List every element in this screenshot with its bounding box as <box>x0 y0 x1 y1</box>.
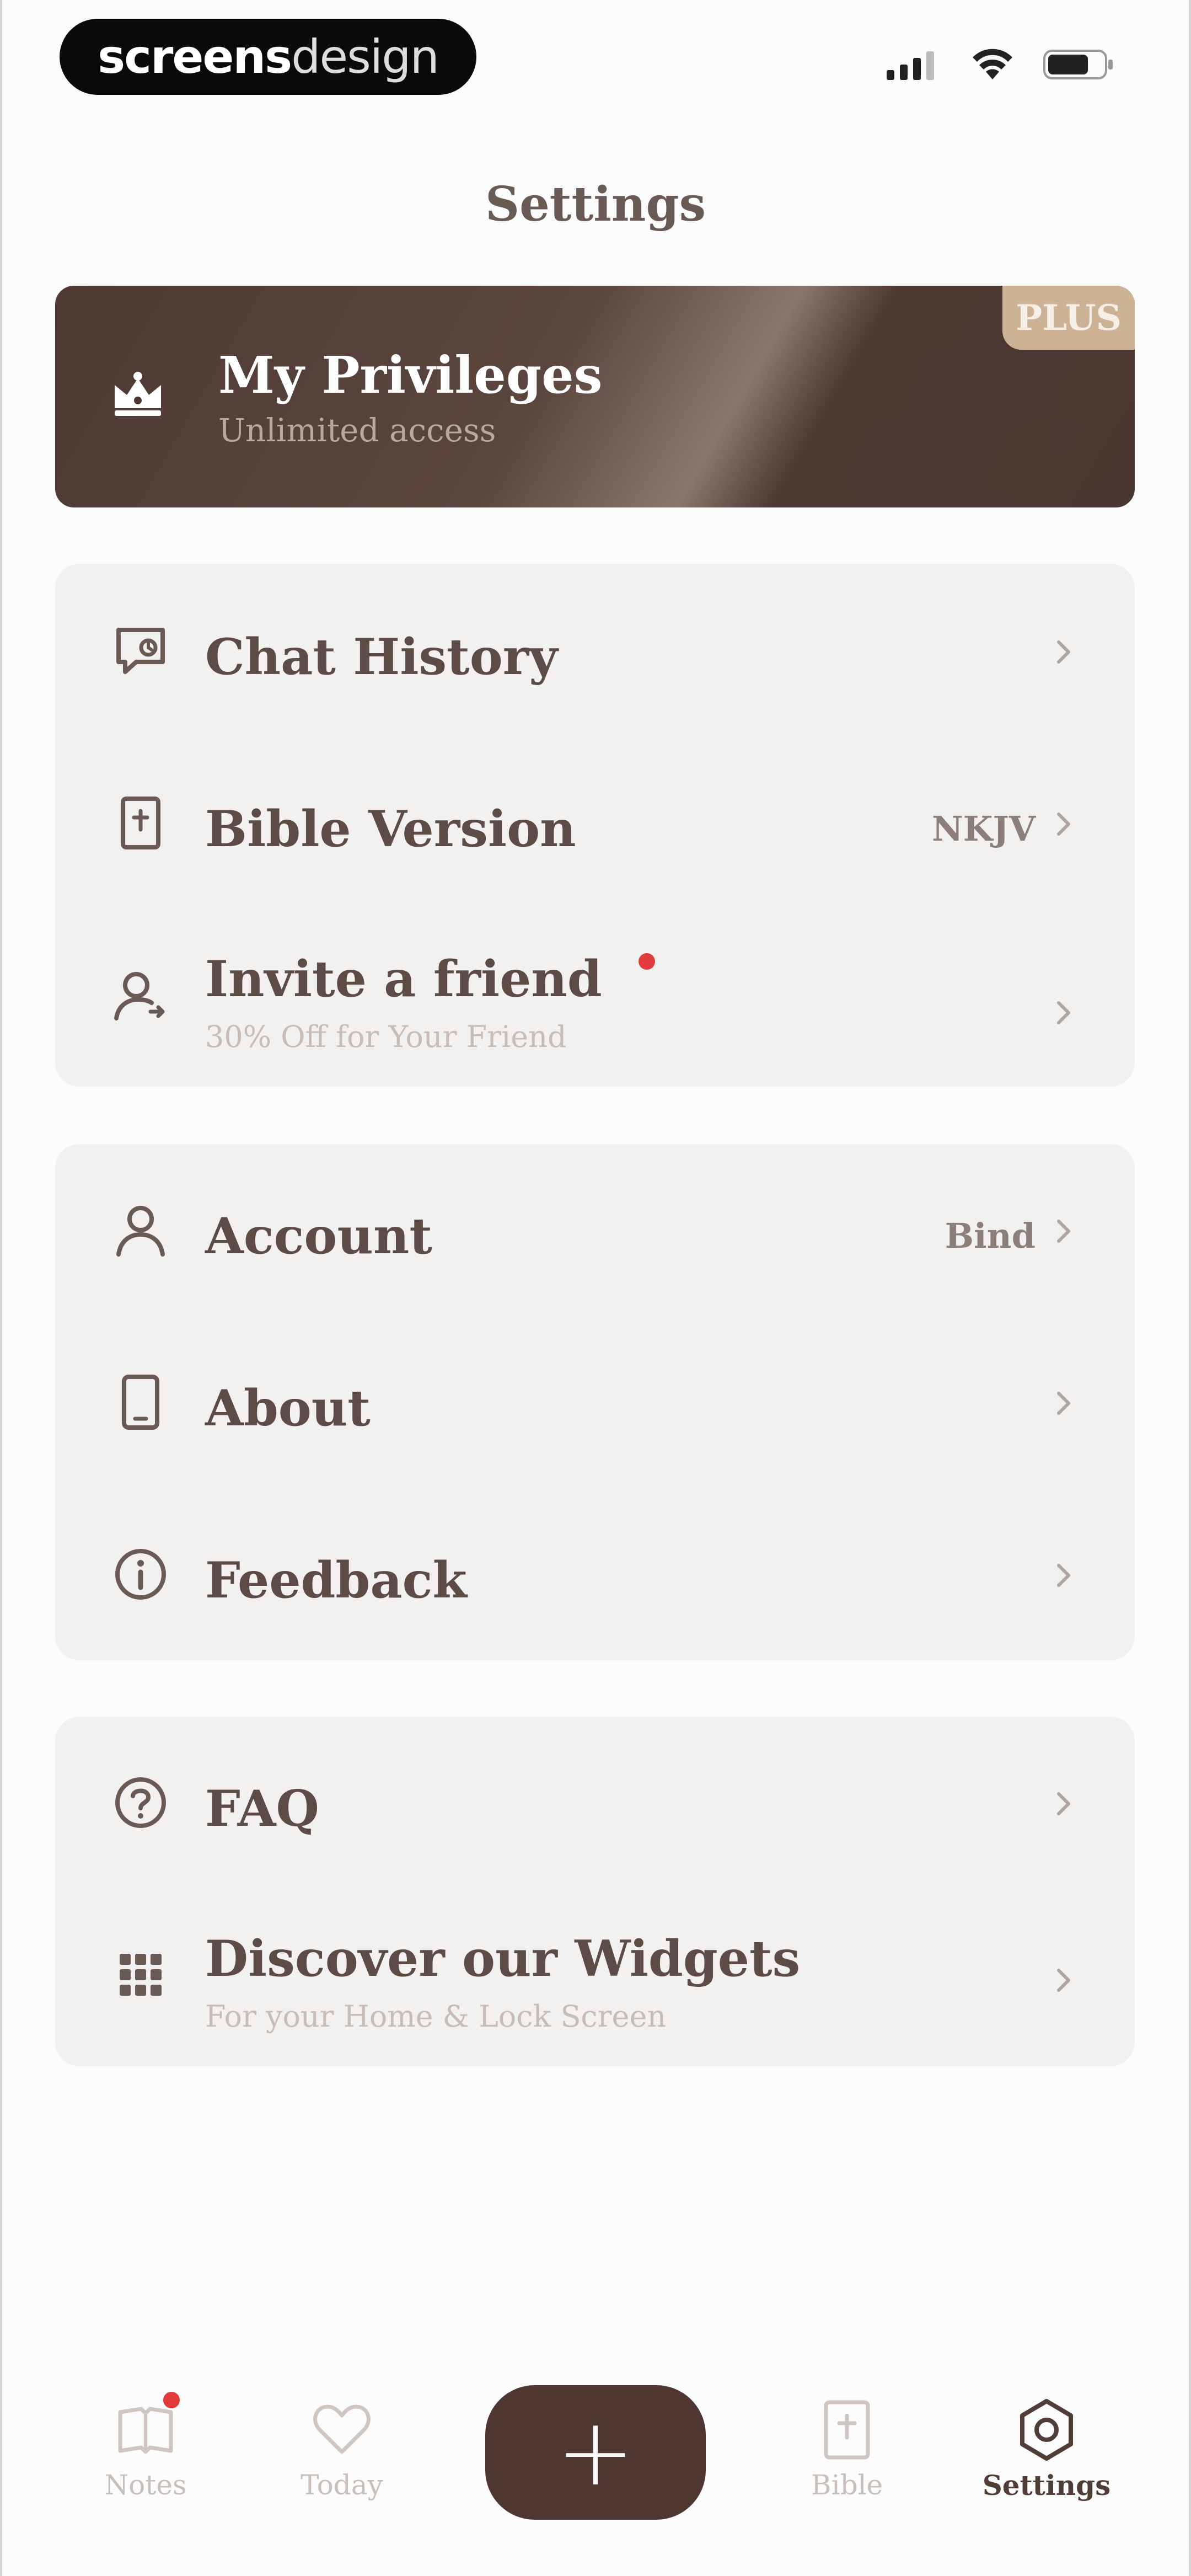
row-label: Account <box>205 1207 432 1265</box>
about-icon <box>109 1371 172 1434</box>
plus-badge: PLUS <box>1002 286 1135 350</box>
faq-icon <box>109 1771 172 1834</box>
row-subtitle: For your Home & Lock Screen <box>205 1999 667 2034</box>
row-subtitle: 30% Off for Your Friend <box>205 1019 567 1054</box>
privileges-title: My Privileges <box>218 345 603 405</box>
settings-group-1: Chat History Bible Version NKJV Invite a… <box>55 564 1135 1087</box>
settings-group-2: Account Bind About Feedback <box>55 1144 1135 1660</box>
row-label: Discover our Widgets <box>205 1930 801 1988</box>
privileges-card[interactable]: My Privileges Unlimited access PLUS <box>55 286 1135 507</box>
chevron-right-icon <box>1057 1001 1070 1024</box>
tab-notes[interactable]: Notes <box>63 2372 228 2515</box>
screen-edge-left <box>0 0 2 2576</box>
row-bible-version[interactable]: Bible Version NKJV <box>55 737 1135 909</box>
tab-label: Notes <box>104 2469 187 2501</box>
add-button[interactable]: + <box>485 2385 706 2520</box>
settings-icon <box>1011 2394 1082 2466</box>
chevron-right-icon <box>1057 1220 1070 1243</box>
settings-group-3: FAQ Discover our Widgets For your Home &… <box>55 1717 1135 2066</box>
crown-icon <box>115 372 161 416</box>
row-label: Feedback <box>205 1551 467 1610</box>
row-faq[interactable]: FAQ <box>55 1717 1135 1889</box>
tab-label: Today <box>301 2469 383 2501</box>
chevron-right-icon <box>1057 1564 1070 1587</box>
chevron-right-icon <box>1057 1792 1070 1815</box>
page-title: Settings <box>485 177 706 232</box>
chevron-right-icon <box>1057 1392 1070 1415</box>
tab-label: Settings <box>982 2469 1111 2502</box>
row-about[interactable]: About <box>55 1316 1135 1488</box>
row-account[interactable]: Account Bind <box>55 1144 1135 1316</box>
status-icons <box>887 49 1115 81</box>
feedback-icon <box>109 1543 172 1606</box>
row-invite-friend[interactable]: Invite a friend 30% Off for Your Friend <box>55 909 1135 1081</box>
app-screen: screens design Settings My Privileges Un… <box>0 0 1191 2576</box>
invite-friend-icon <box>109 964 172 1027</box>
logo-text-bold: screens <box>98 30 292 84</box>
tab-today[interactable]: Today <box>259 2372 425 2515</box>
wifi-icon <box>973 49 1012 79</box>
row-label: FAQ <box>205 1779 319 1838</box>
screen-edge-right <box>1189 0 1191 2576</box>
heart-icon <box>306 2394 378 2466</box>
screensdesign-logo: screens design <box>60 19 476 95</box>
account-icon <box>109 1199 172 1262</box>
notification-dot <box>639 953 655 970</box>
account-value: Bind <box>945 1216 1036 1256</box>
signal-icon <box>887 51 934 80</box>
widgets-icon <box>109 1943 172 2006</box>
row-discover-widgets[interactable]: Discover our Widgets For your Home & Loc… <box>55 1889 1135 2061</box>
bible-version-value: NKJV <box>932 809 1036 849</box>
row-chat-history[interactable]: Chat History <box>55 565 1135 737</box>
tab-settings[interactable]: Settings <box>964 2372 1129 2515</box>
row-label: Bible Version <box>205 800 576 858</box>
tab-label: Bible <box>811 2469 883 2501</box>
bible-icon <box>109 792 172 854</box>
tab-bible[interactable]: Bible <box>764 2372 930 2515</box>
chevron-right-icon <box>1057 640 1070 664</box>
row-label: Chat History <box>205 628 558 686</box>
row-feedback[interactable]: Feedback <box>55 1488 1135 1660</box>
chevron-right-icon <box>1057 813 1070 836</box>
chevron-right-icon <box>1057 1969 1070 1992</box>
privileges-subtitle: Unlimited access <box>218 411 496 449</box>
row-label: Invite a friend <box>205 950 602 1008</box>
notification-dot <box>163 2392 180 2408</box>
row-label: About <box>205 1379 371 1437</box>
chat-history-icon <box>109 619 172 682</box>
battery-icon <box>1043 50 1113 79</box>
bible-tab-icon <box>811 2394 883 2466</box>
logo-text-light: design <box>291 30 439 84</box>
